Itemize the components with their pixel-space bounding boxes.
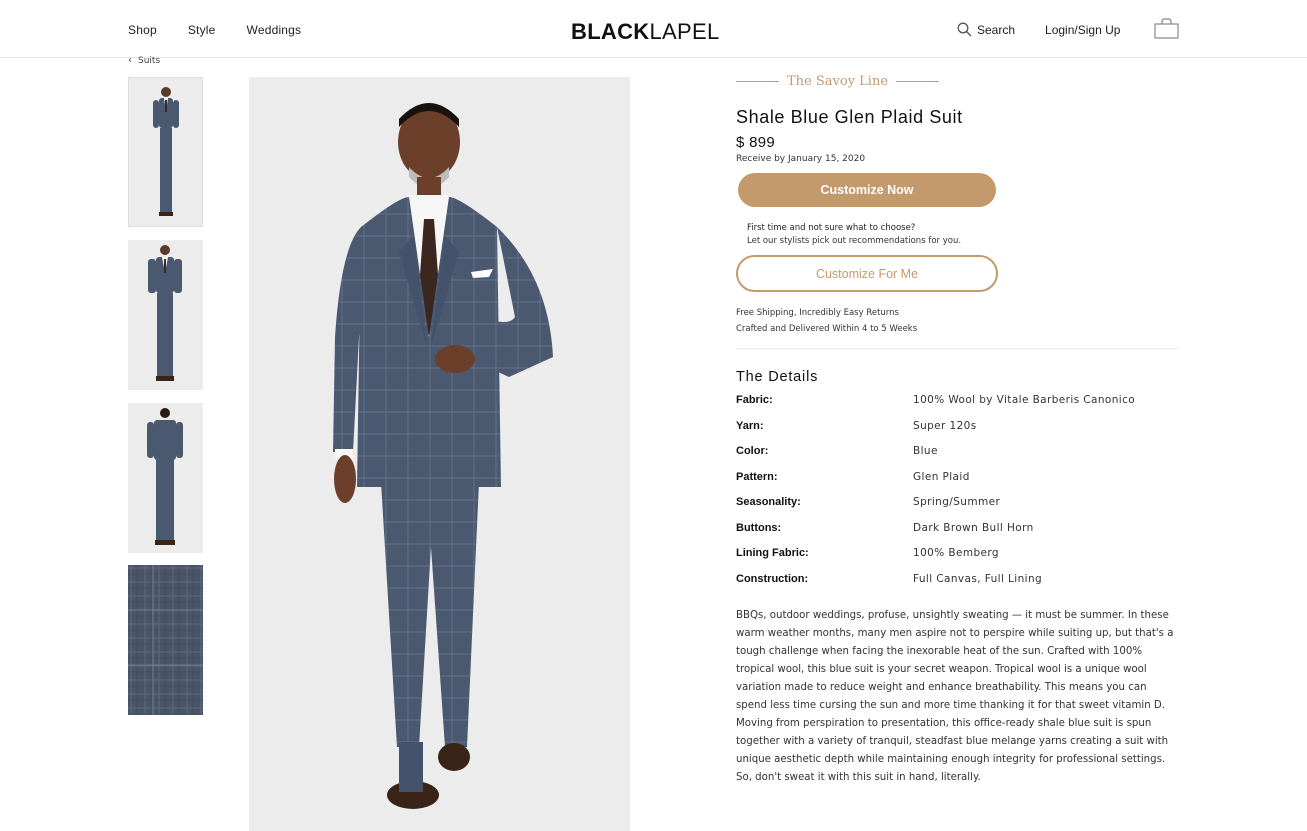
main-nav: Shop Style Weddings xyxy=(128,23,332,37)
product-info-panel: The Savoy Line Shale Blue Glen Plaid Sui… xyxy=(736,70,1178,787)
shipping-line-2: Crafted and Delivered Within 4 to 5 Week… xyxy=(736,324,918,334)
spec-key: Fabric: xyxy=(736,394,773,406)
line-rule-right xyxy=(896,80,940,82)
spec-row-yarn: Yarn: Super 120s xyxy=(736,420,1178,446)
breadcrumb-label: Suits xyxy=(138,55,161,66)
nav-weddings[interactable]: Weddings xyxy=(247,23,302,37)
spec-value: Dark Brown Bull Horn xyxy=(913,521,1034,534)
suit-front-figure xyxy=(148,245,182,381)
spec-row-lining: Lining Fabric: 100% Bemberg xyxy=(736,547,1178,573)
logo-bold-text: BLACK xyxy=(571,19,650,44)
spec-row-seasonality: Seasonality: Spring/Summer xyxy=(736,496,1178,522)
search-icon xyxy=(957,22,972,37)
stylist-subtext: Let our stylists pick out recommendation… xyxy=(747,236,962,246)
glen-plaid-swatch xyxy=(128,565,203,715)
spec-value: Blue xyxy=(913,445,938,457)
spec-key: Pattern: xyxy=(736,470,778,483)
spec-key: Color: xyxy=(736,445,769,457)
customize-now-button[interactable]: Customize Now xyxy=(738,173,996,207)
thumbnail-front-full[interactable] xyxy=(128,77,203,227)
section-divider xyxy=(736,348,1178,349)
shipping-info: Free Shipping, Incredibly Easy Returns C… xyxy=(736,305,1178,337)
product-main-image[interactable] xyxy=(249,77,630,831)
site-header: Shop Style Weddings BLACKLAPEL Search Lo… xyxy=(0,0,1307,58)
stylist-prompt: First time and not sure what to choose? … xyxy=(747,222,1178,248)
nav-style[interactable]: Style xyxy=(188,23,216,37)
spec-value: Super 120s xyxy=(913,419,977,432)
spec-key: Buttons: xyxy=(736,521,782,534)
shopping-bag-icon[interactable] xyxy=(1154,18,1179,39)
suit-back-figure xyxy=(147,408,183,545)
stylist-question: First time and not sure what to choose? xyxy=(747,223,916,233)
spec-row-fabric: Fabric: 100% Wool by Vitale Barberis Can… xyxy=(736,394,1178,420)
site-logo[interactable]: BLACKLAPEL xyxy=(571,19,720,45)
spec-key: Yarn: xyxy=(736,419,764,432)
product-title: Shale Blue Glen Plaid Suit xyxy=(736,107,963,127)
spec-key: Seasonality: xyxy=(736,496,801,508)
search-label: Search xyxy=(977,22,1016,37)
thumbnail-back[interactable] xyxy=(128,403,203,553)
spec-key: Construction: xyxy=(736,572,809,585)
chevron-left-icon: ‹ xyxy=(128,55,132,66)
spec-key: Lining Fabric: xyxy=(736,547,809,559)
spec-row-buttons: Buttons: Dark Brown Bull Horn xyxy=(736,522,1178,548)
spec-value: Glen Plaid xyxy=(913,470,970,483)
nav-shop[interactable]: Shop xyxy=(128,23,157,37)
receive-date: January 15, 2020 xyxy=(788,154,866,164)
model-in-suit xyxy=(333,103,553,809)
thumbnail-front-jacket[interactable] xyxy=(128,240,203,390)
login-signup-link[interactable]: Login/Sign Up xyxy=(1045,23,1120,37)
account-nav: Search Login/Sign Up xyxy=(957,22,1120,37)
product-line-label: The Savoy Line xyxy=(736,70,1178,92)
product-description: BBQs, outdoor weddings, profuse, unsight… xyxy=(736,610,1174,783)
spec-value: 100% Bemberg xyxy=(913,547,999,559)
details-spec-table: Fabric: 100% Wool by Vitale Barberis Can… xyxy=(736,394,1178,598)
spec-row-color: Color: Blue xyxy=(736,445,1178,471)
breadcrumb[interactable]: ‹ Suits xyxy=(128,55,160,66)
spec-row-construction: Construction: Full Canvas, Full Lining xyxy=(736,573,1178,599)
thumbnail-fabric-swatch[interactable] xyxy=(128,565,203,715)
delivery-estimate: Receive by January 15, 2020 xyxy=(736,154,1178,164)
receive-label: Receive by xyxy=(736,154,786,164)
spec-value: Spring/Summer xyxy=(913,496,1001,508)
line-rule-left xyxy=(736,80,779,82)
spec-value: Full Canvas, Full Lining xyxy=(913,572,1043,585)
spec-row-pattern: Pattern: Glen Plaid xyxy=(736,471,1178,497)
search-button[interactable]: Search xyxy=(957,22,1015,37)
product-price: $ 899 xyxy=(736,134,776,151)
shipping-line-1: Free Shipping, Incredibly Easy Returns xyxy=(736,308,899,318)
product-line-name: The Savoy Line xyxy=(787,73,889,89)
details-heading: The Details xyxy=(736,369,819,385)
logo-light-text: LAPEL xyxy=(649,19,720,44)
suit-front-figure xyxy=(153,87,179,216)
customize-for-me-button[interactable]: Customize For Me xyxy=(736,255,998,292)
spec-value: 100% Wool by Vitale Barberis Canonico xyxy=(913,394,1136,406)
